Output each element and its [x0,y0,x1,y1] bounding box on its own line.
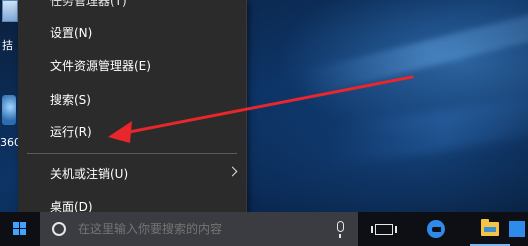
task-view-icon [371,223,397,235]
desktop-360-icon[interactable] [2,95,16,125]
edge-icon [427,220,445,238]
task-view-button[interactable] [364,212,404,246]
chevron-right-icon [227,166,238,177]
file-explorer-button[interactable] [470,212,510,246]
menu-item-settings[interactable]: 设置(N) [18,18,246,48]
desktop-icons: 拮 360 [0,0,21,212]
wallpaper-light-glow [328,94,528,166]
file-explorer-icon [481,219,499,236]
menu-item-file-explorer[interactable]: 文件资源管理器(E) [18,51,246,81]
wallpaper-light-beam [300,8,528,98]
taskbar [0,212,528,246]
taskbar-search-box[interactable] [40,212,358,246]
menu-item-shutdown-label: 关机或注销(U) [50,167,129,181]
winx-context-menu: 任务管理器(T) 设置(N) 文件资源管理器(E) 搜索(S) 运行(R) 关机… [18,0,247,233]
search-icon [52,222,66,236]
edge-button[interactable] [416,212,456,246]
start-button[interactable] [0,212,40,246]
menu-item-task-manager[interactable]: 任务管理器(T) [18,0,246,16]
store-icon [508,221,525,237]
menu-item-search[interactable]: 搜索(S) [18,85,246,115]
menu-separator [27,153,237,154]
desktop-shortcut-label: 拮 [2,39,13,52]
search-input[interactable] [76,221,320,237]
menu-item-run[interactable]: 运行(R) [18,117,246,147]
desktop-shortcut-icon[interactable] [2,0,18,22]
menu-item-shutdown[interactable]: 关机或注销(U) [18,159,246,189]
windows-logo-icon [13,222,27,236]
microphone-icon[interactable] [337,221,344,238]
store-button[interactable] [505,212,528,246]
